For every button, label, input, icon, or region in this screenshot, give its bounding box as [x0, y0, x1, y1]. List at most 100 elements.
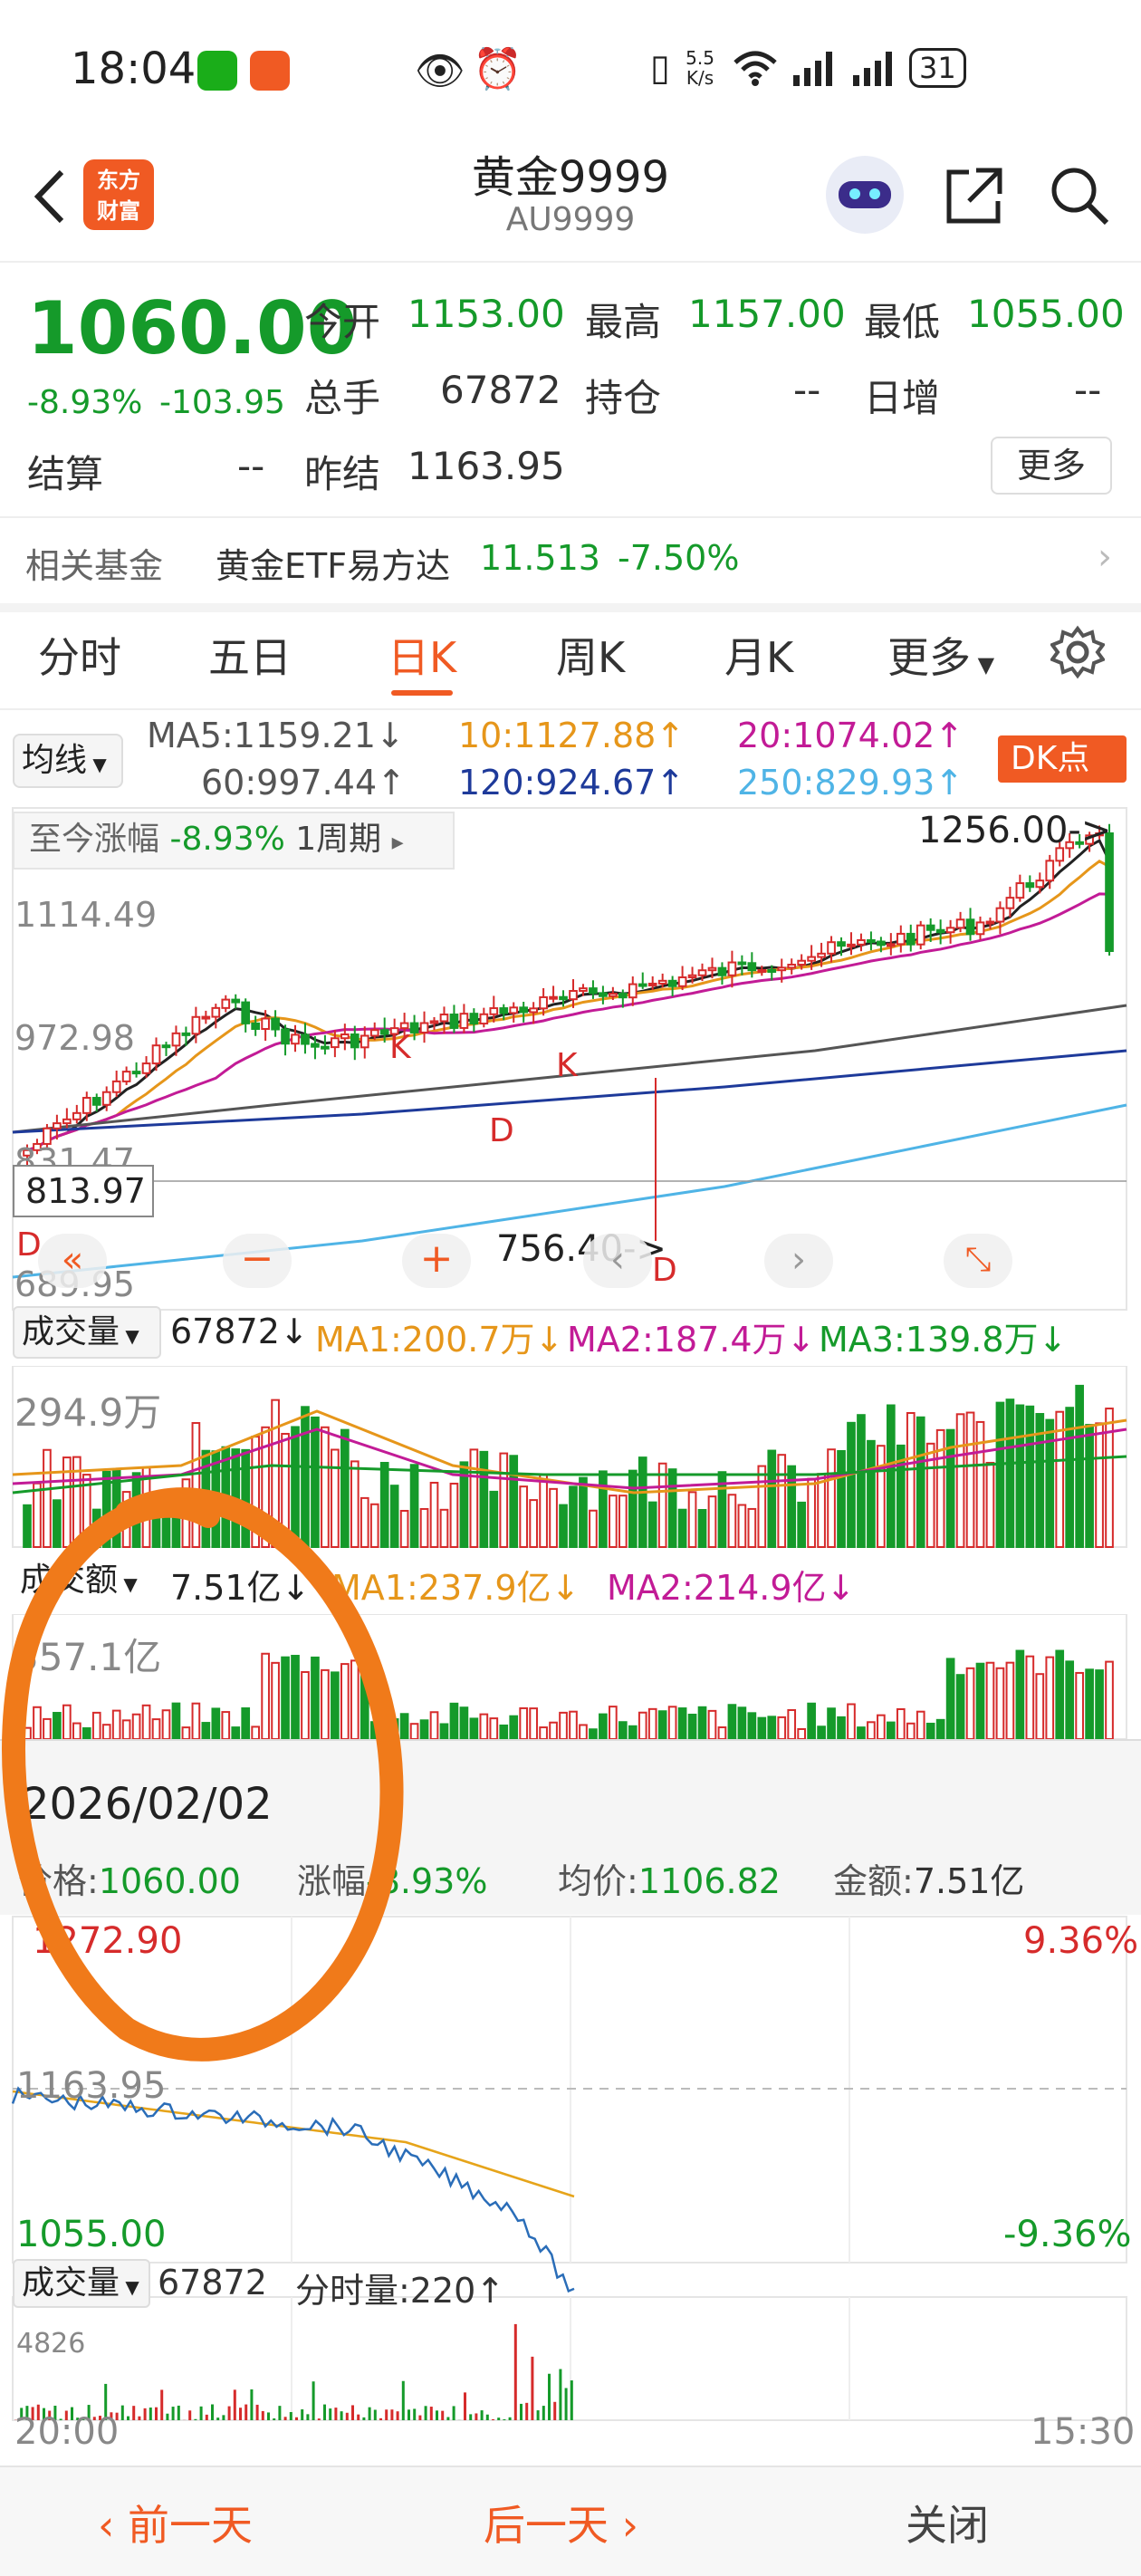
candle-body [1005, 897, 1015, 909]
status-right-group: ▯ 5.5 K/s 31 [650, 47, 966, 89]
volume-bar [1015, 1404, 1025, 1549]
volume-bar [569, 1485, 578, 1548]
intraday-time-start: 20:00 [14, 2411, 120, 2453]
tab-more[interactable]: 更多 ▼ [887, 625, 994, 685]
intraday-vol-bar [525, 2402, 529, 2420]
volume-bar [975, 1420, 985, 1549]
candle-body [340, 1033, 350, 1040]
chevron-left-button[interactable]: ‹ [583, 1234, 652, 1288]
candle-body [985, 920, 995, 925]
more-button[interactable]: 更多 [991, 437, 1112, 495]
amount-ma2: MA2:214.9亿↓ [607, 1568, 856, 1608]
prev-day-button[interactable]: ‹ 前一天 [98, 2493, 253, 2552]
amount-bar [935, 1718, 945, 1739]
wifi-icon [734, 51, 777, 86]
eye-icon: 👁 [415, 48, 465, 94]
volume-bar [638, 1456, 647, 1548]
intraday-vol-bar [413, 2408, 417, 2420]
amount-bar [549, 1721, 558, 1739]
ai-assistant-icon[interactable] [826, 156, 904, 234]
intraday-vol-bar [452, 2406, 455, 2420]
amount-bar [667, 1706, 677, 1739]
intraday-vol-bar [480, 2410, 484, 2420]
close-button[interactable]: 关闭 [906, 2493, 989, 2552]
ma10-legend: 10:1127.88↑ [458, 716, 686, 755]
candle-body [777, 966, 787, 972]
intraday-vol-bar [379, 2417, 382, 2420]
volume-ma2: MA2:187.4万↓ [567, 1320, 816, 1360]
volume-selector-label: 成交量 [22, 1313, 120, 1350]
candle-body [916, 924, 925, 946]
candle-body [251, 1022, 261, 1031]
ma-selector[interactable]: 均线 ▼ [13, 734, 123, 788]
zoom-in-button[interactable]: + [402, 1234, 471, 1288]
volume-bar [539, 1473, 548, 1548]
intraday-vol-bar [283, 2417, 287, 2420]
candle-body [211, 1006, 221, 1018]
volume-bar [707, 1495, 717, 1548]
intraday-vol-bar [497, 2417, 501, 2420]
intraday-vol-bar [166, 2413, 169, 2420]
candle-body [161, 1044, 171, 1049]
related-fund-row[interactable]: 相关基金 黄金ETF易方达 11.513 -7.50% › [0, 518, 1141, 603]
volume-bar [916, 1416, 925, 1548]
period-change-box[interactable]: 至今涨幅 -8.93% 1周期 ▸ [13, 812, 455, 870]
period-change-value: -8.93% [169, 821, 285, 858]
intraday-vol-bar [132, 2406, 136, 2420]
amount-bar [499, 1724, 509, 1739]
amount-bar [677, 1707, 687, 1739]
candle-body [449, 1014, 459, 1029]
intraday-vol-selector[interactable]: 成交量 ▼ [13, 2259, 150, 2308]
search-icon[interactable] [1047, 163, 1112, 228]
candle-body [53, 1122, 62, 1129]
scroll-left-button[interactable]: « [38, 1234, 107, 1288]
tab-daily-k[interactable]: 日K [388, 625, 456, 685]
intraday-vol-bar [513, 2323, 517, 2420]
tab-five-day[interactable]: 五日 [208, 625, 292, 685]
intraday-vol-bar [340, 2411, 343, 2420]
intraday-vol-selector-label: 成交量 [22, 2264, 120, 2302]
ma-selector-label: 均线 [22, 742, 88, 779]
amount-bar [1005, 1661, 1015, 1739]
chevron-right-button[interactable]: › [764, 1234, 833, 1288]
amount-bar [539, 1726, 548, 1739]
candle-body [877, 940, 886, 947]
intraday-vol-bar [531, 2356, 534, 2420]
gear-icon[interactable] [1050, 625, 1105, 679]
caret-down-icon: ▼ [120, 2276, 139, 2298]
crosshair-price-label: 813.97 [13, 1165, 154, 1217]
intraday-vol-bar [222, 2415, 225, 2420]
zoom-out-button[interactable]: − [223, 1234, 292, 1288]
intraday-vol-bar [559, 2369, 562, 2420]
fullscreen-icon[interactable]: ⤡ [944, 1234, 1012, 1288]
candle-body [82, 1097, 91, 1114]
volume-bar [737, 1504, 747, 1548]
candle-body [628, 983, 638, 999]
amount-bar [1025, 1655, 1035, 1739]
candle-body [350, 1033, 360, 1049]
related-fund-price: 11.513 [480, 538, 600, 578]
volume-bar [469, 1448, 479, 1548]
intraday-low-pct: -9.36% [1003, 2214, 1132, 2255]
share-icon[interactable] [942, 163, 1007, 228]
amount-bar [1065, 1660, 1075, 1739]
candle-body [261, 1017, 270, 1031]
amount-bar [1095, 1669, 1104, 1739]
ma60-legend: 60:997.44↑ [201, 763, 406, 803]
candle-body [886, 943, 896, 947]
candle-body [360, 1034, 369, 1049]
tab-intraday[interactable]: 分时 [38, 625, 121, 685]
dk-point-button[interactable]: DK点 [998, 735, 1127, 783]
volume-selector[interactable]: 成交量 ▼ [13, 1306, 161, 1359]
amount-bar [657, 1710, 667, 1739]
candle-body [369, 1029, 379, 1037]
intraday-vol-bar [508, 2417, 512, 2420]
amount-bar [479, 1713, 489, 1739]
intraday-low-price: 1055.00 [16, 2214, 167, 2255]
amount-bar [449, 1702, 459, 1739]
caret-down-icon: ▼ [120, 1325, 139, 1347]
tab-weekly-k[interactable]: 周K [556, 625, 625, 685]
volume-bar [995, 1401, 1005, 1549]
next-day-button[interactable]: 后一天 › [484, 2493, 638, 2552]
tab-monthly-k[interactable]: 月K [724, 625, 793, 685]
